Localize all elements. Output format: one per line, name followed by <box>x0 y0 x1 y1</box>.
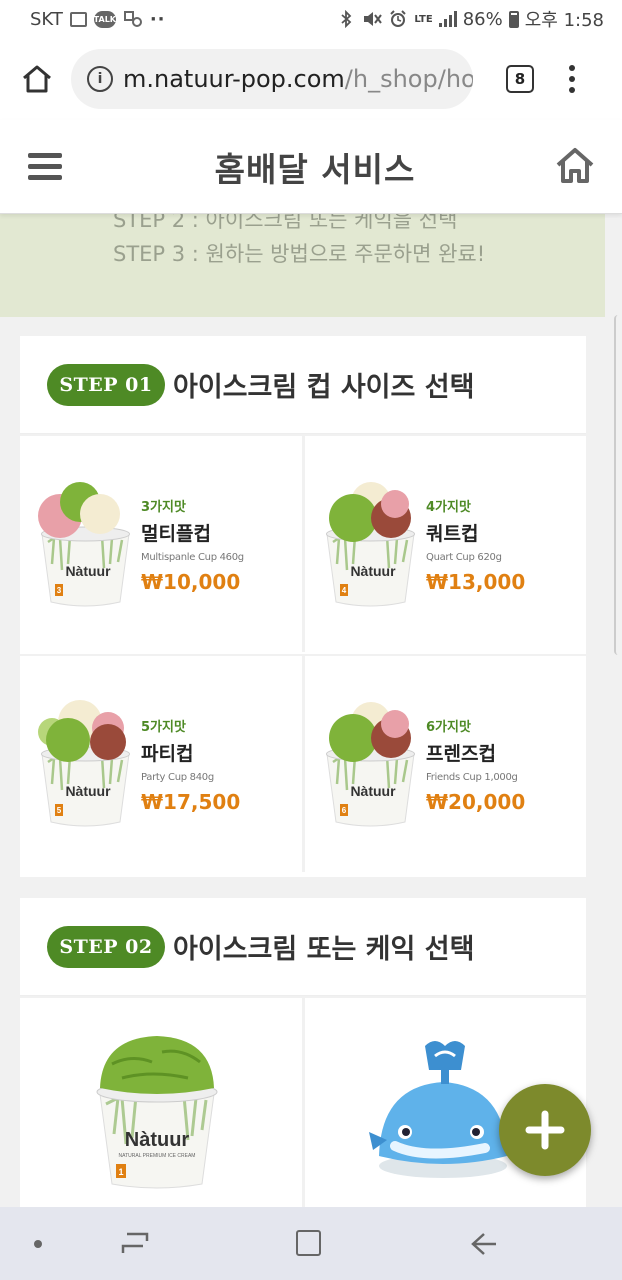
lte-indicator: LTE <box>414 13 433 25</box>
product-ice-cream[interactable]: Nàtuur NATURAL PREMIUM ICE CREAM 1 <box>20 996 302 1226</box>
product-quart-cup[interactable]: Nàtuur 4 4가지맛 쿼트컵 Quart Cup 620g ₩13,000 <box>302 434 586 652</box>
product-subtitle: Friends Cup 1,000g <box>426 772 518 783</box>
browser-home-button[interactable] <box>12 54 62 104</box>
step2-badge: STEP 02 <box>47 925 165 968</box>
product-price: ₩17,500 <box>141 790 241 814</box>
brand-tagline: NATURAL PREMIUM ICE CREAM <box>119 1153 196 1159</box>
back-icon[interactable] <box>470 1231 498 1257</box>
product-friends-cup[interactable]: Nàtuur 6 6가지맛 프렌즈컵 Friends Cup 1,000g ₩20… <box>302 654 586 872</box>
plus-icon <box>525 1110 565 1150</box>
product-subtitle: Quart Cup 620g <box>426 552 502 563</box>
flavor-count: 4가지맛 <box>426 500 471 515</box>
product-subtitle: Multispanle Cup 460g <box>141 552 244 563</box>
signal-icon <box>438 11 457 27</box>
svg-text:Nàtuur: Nàtuur <box>350 783 396 799</box>
step1-header: STEP 01 아이스크림 컵 사이즈 선택 <box>20 336 586 434</box>
more-notifications: ·· <box>149 8 166 30</box>
svg-text:3: 3 <box>57 586 62 595</box>
clock: 오후 1:58 <box>524 10 604 31</box>
nav-home-button[interactable] <box>296 1230 321 1256</box>
page-title: 홈배달 서비스 <box>214 149 416 189</box>
status-bar: SKT TALK ·· LTE 86% 오후 1:58 <box>0 0 622 38</box>
ice-cream-cup-image: Nàtuur 6 <box>323 692 418 832</box>
banner-step2: STEP 2 : 아이스크림 또는 케익을 선택 <box>113 214 458 232</box>
svg-text:1: 1 <box>118 1167 123 1177</box>
add-fab-button[interactable] <box>499 1084 591 1176</box>
svg-text:6: 6 <box>342 806 347 815</box>
home-icon <box>23 65 51 93</box>
svg-text:4: 4 <box>342 586 347 595</box>
battery-percent: 86% <box>462 8 503 30</box>
browser-menu-button[interactable] <box>569 65 575 93</box>
svg-text:Nàtuur: Nàtuur <box>65 563 111 579</box>
tab-switcher-button[interactable]: 8 <box>506 65 534 93</box>
product-name: 프렌즈컵 <box>426 743 496 765</box>
notification-icon <box>123 9 143 29</box>
carrier-label: SKT <box>30 8 63 30</box>
step1-card: STEP 01 아이스크림 컵 사이즈 선택 Nàtuur 3 3가지맛 멀티플컵… <box>20 336 586 877</box>
step1-badge: STEP 01 <box>47 363 165 406</box>
product-party-cup[interactable]: Nàtuur 5 5가지맛 파티컵 Party Cup 840g ₩17,500 <box>20 654 302 872</box>
product-name: 파티컵 <box>141 743 194 765</box>
step1-title: 아이스크림 컵 사이즈 선택 <box>173 372 475 403</box>
recent-apps-icon[interactable] <box>121 1231 149 1257</box>
browser-toolbar: i m.natuur-pop.com/h_shop/hor 8 <box>0 38 622 120</box>
product-multiple-cup[interactable]: Nàtuur 3 3가지맛 멀티플컵 Multispanle Cup 460g ₩… <box>20 434 302 652</box>
step2-header: STEP 02 아이스크림 또는 케익 선택 <box>20 898 586 996</box>
alarm-icon <box>388 9 408 29</box>
site-info-icon[interactable]: i <box>87 66 113 92</box>
svg-text:Nàtuur: Nàtuur <box>65 783 111 799</box>
kakaotalk-icon: TALK <box>94 10 116 28</box>
product-name: 쿼트컵 <box>426 523 479 545</box>
step2-card: STEP 02 아이스크림 또는 케익 선택 Nàtuur NATURAL PR… <box>20 898 586 1226</box>
hamburger-menu-icon[interactable] <box>28 153 62 180</box>
url-text: m.natuur-pop.com/h_shop/hor <box>123 65 473 93</box>
ice-cream-cup-image: Nàtuur 5 <box>38 692 133 832</box>
product-price: ₩20,000 <box>426 790 526 814</box>
battery-icon <box>508 10 519 28</box>
product-price: ₩10,000 <box>141 570 241 594</box>
banner-step3: STEP 3 : 원하는 방법으로 주문하면 완료! <box>113 242 486 266</box>
mute-icon <box>362 9 383 29</box>
nav-dot[interactable] <box>34 1240 42 1248</box>
ice-cream-cup-image: Nàtuur 4 <box>323 472 418 612</box>
single-scoop-cup-image: Nàtuur NATURAL PREMIUM ICE CREAM 1 <box>96 1036 218 1189</box>
brand-logo: Nàtuur <box>125 1129 190 1151</box>
android-nav-bar <box>0 1207 622 1280</box>
gallery-icon <box>69 11 87 27</box>
bluetooth-icon <box>336 9 356 29</box>
flavor-count: 3가지맛 <box>141 500 186 515</box>
address-bar[interactable]: i m.natuur-pop.com/h_shop/hor <box>71 49 473 109</box>
product-name: 멀티플컵 <box>141 523 211 545</box>
step2-title: 아이스크림 또는 케익 선택 <box>173 934 475 965</box>
product-subtitle: Party Cup 840g <box>141 772 214 783</box>
flavor-count: 5가지맛 <box>141 720 186 735</box>
steps-banner: STEP 2 : 아이스크림 또는 케익을 선택 STEP 3 : 원하는 방법… <box>0 214 605 317</box>
flavor-count: 6가지맛 <box>426 720 471 735</box>
svg-text:Nàtuur: Nàtuur <box>350 563 396 579</box>
site-header: 홈배달 서비스 <box>0 120 622 214</box>
product-price: ₩13,000 <box>426 570 526 594</box>
ice-cream-cup-image: Nàtuur 3 <box>38 472 133 612</box>
site-home-icon[interactable] <box>554 146 596 188</box>
whale-cake-image <box>369 1041 507 1178</box>
scrollbar[interactable] <box>614 315 622 655</box>
url-path: /h_shop/hor <box>344 65 473 93</box>
url-host: m.natuur-pop.com <box>123 65 345 93</box>
svg-text:5: 5 <box>57 806 62 815</box>
